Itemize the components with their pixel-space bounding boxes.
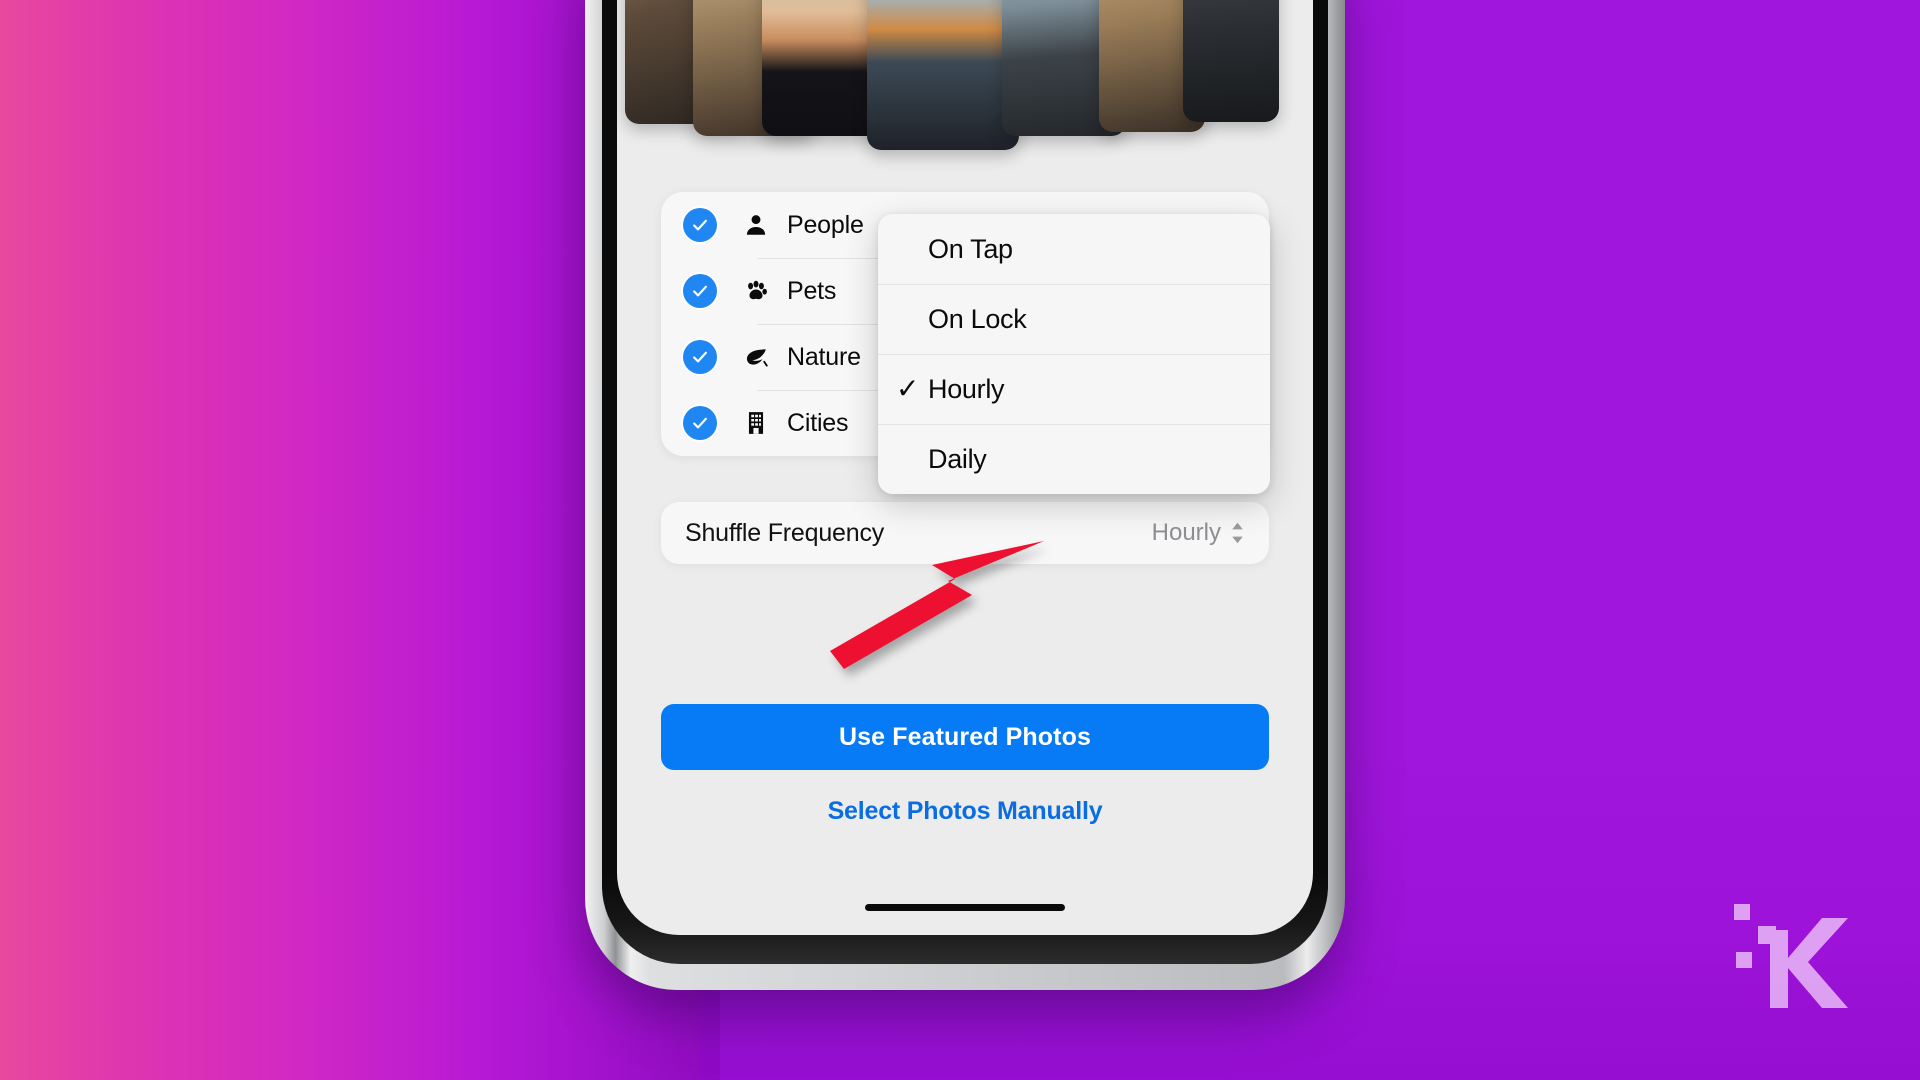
paw-icon <box>739 274 773 308</box>
red-arrow-callout <box>830 541 1044 669</box>
shuffle-frequency-menu[interactable]: ✓ On Tap ✓ On Lock ✓ Hourly ✓ Daily <box>878 214 1270 494</box>
menu-item-label: On Tap <box>928 233 1013 264</box>
k-logo-icon <box>1734 904 1848 1008</box>
select-photos-manually-link[interactable]: Select Photos Manually <box>617 797 1313 826</box>
menu-item-daily[interactable]: ✓ Daily <box>878 424 1270 494</box>
category-label: Pets <box>787 276 837 305</box>
building-icon <box>739 406 773 440</box>
shuffle-frequency-picker[interactable]: Hourly <box>1152 519 1245 547</box>
check-icon <box>693 351 707 363</box>
chevron-up-down-icon <box>1232 522 1243 544</box>
use-featured-photos-button[interactable]: Use Featured Photos <box>661 704 1269 770</box>
check-icon <box>693 285 707 297</box>
checkmark-circle-icon[interactable] <box>683 406 717 440</box>
check-icon <box>693 417 707 429</box>
category-label: Cities <box>787 408 849 437</box>
menu-item-label: On Lock <box>928 303 1027 334</box>
category-label: Nature <box>787 342 861 371</box>
knowtechie-k-logo <box>1730 890 1860 1010</box>
menu-item-on-tap[interactable]: ✓ On Tap <box>878 214 1270 284</box>
photo-card[interactable] <box>1183 0 1279 122</box>
shuffle-frequency-value: Hourly <box>1151 519 1221 546</box>
checkmark-circle-icon[interactable] <box>683 340 717 374</box>
checkmark-circle-icon[interactable] <box>683 208 717 242</box>
phone-screen: People Pets Nature Cities Shuffle Freque… <box>617 0 1313 935</box>
menu-item-hourly[interactable]: ✓ Hourly <box>878 354 1270 424</box>
menu-item-label: Daily <box>928 443 987 474</box>
featured-photos-strip <box>617 0 1313 172</box>
menu-item-on-lock[interactable]: ✓ On Lock <box>878 284 1270 354</box>
photo-card[interactable] <box>867 0 1019 150</box>
home-indicator[interactable] <box>865 904 1065 911</box>
person-icon <box>739 208 773 242</box>
leaf-icon <box>739 340 773 374</box>
menu-check-icon: ✓ <box>896 373 920 404</box>
menu-item-label: Hourly <box>928 373 1005 404</box>
category-label: People <box>787 210 864 239</box>
checkmark-circle-icon[interactable] <box>683 274 717 308</box>
iphone-mockup: People Pets Nature Cities Shuffle Freque… <box>585 0 1345 990</box>
check-icon <box>693 219 707 231</box>
